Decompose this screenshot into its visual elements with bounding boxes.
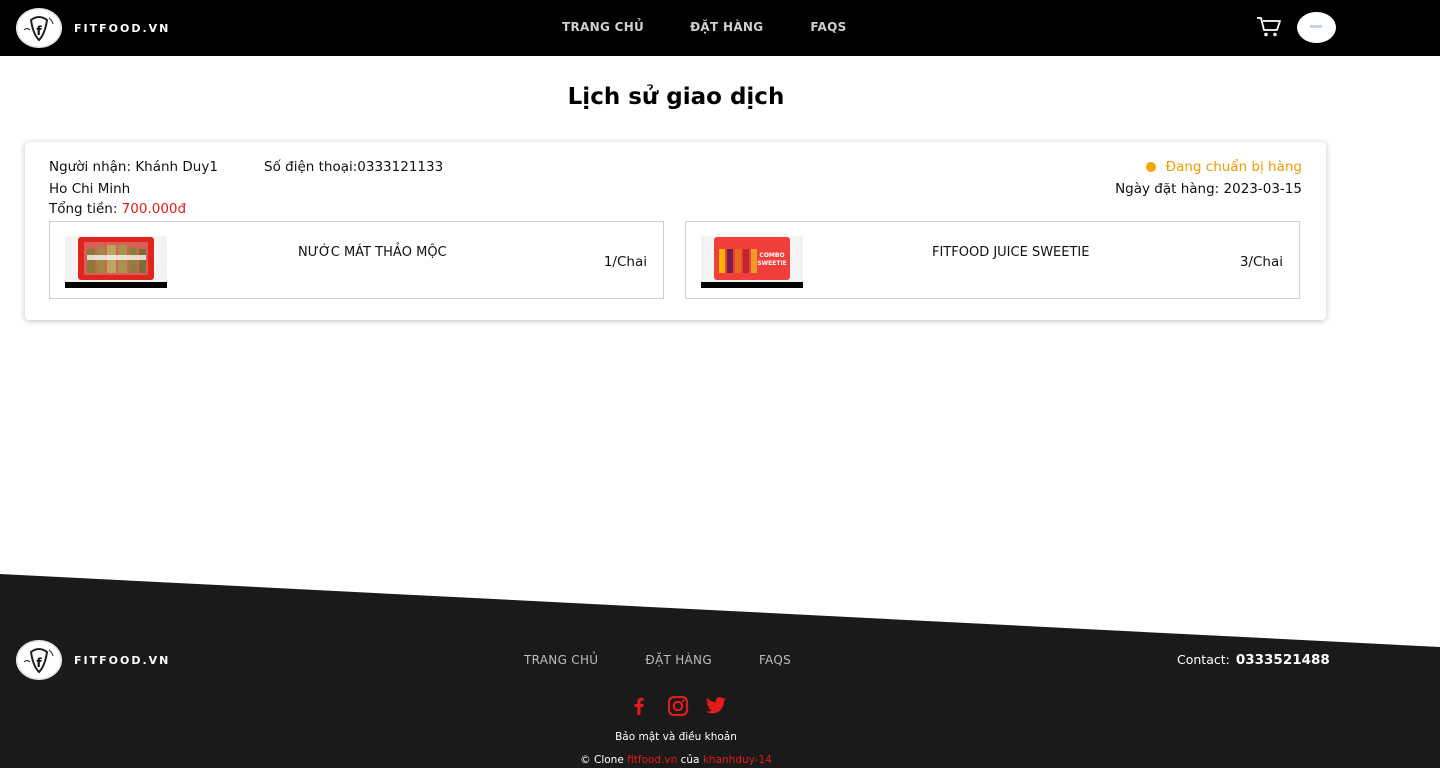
product-name: NƯỚC MÁT THẢO MỘC <box>298 245 447 260</box>
nav-trang-chu[interactable]: TRANG CHỦ <box>562 20 644 34</box>
total-line: Tổng tiền: 700.000đ <box>49 201 186 217</box>
copyright-mid: của <box>677 754 703 766</box>
facebook-icon[interactable] <box>629 696 649 716</box>
total-label: Tổng tiền: <box>49 201 122 217</box>
order-date-line: Ngày đặt hàng: 2023-03-15 <box>1115 181 1302 197</box>
order-item[interactable]: COMBO SWEETIE FITFOOD JUICE SWEETIE 3/Ch… <box>685 221 1300 299</box>
copyright-author-link[interactable]: khanhduy-14 <box>703 754 772 766</box>
order-date-label: Ngày đặt hàng: <box>1115 181 1224 197</box>
product-image-bg: COMBO SWEETIE <box>714 237 790 280</box>
footer-nav-trang-chu[interactable]: TRANG CHỦ <box>524 653 598 667</box>
footer-contact: Contact: 0333521488 <box>1177 652 1330 668</box>
page-title: Lịch sử giao dịch <box>567 84 785 110</box>
total-amount: 700.000đ <box>121 201 187 217</box>
recipient-label: Người nhận: <box>49 159 136 175</box>
brand-name: FITFOOD.VN <box>74 21 171 35</box>
svg-text:SWEETIE: SWEETIE <box>757 260 787 267</box>
nav-dat-hang[interactable]: ĐẶT HÀNG <box>690 20 763 34</box>
avatar[interactable] <box>1297 12 1336 43</box>
top-navbar: f FITFOOD.VN TRANG CHỦ ĐẶT HÀNG FAQS <box>0 0 1440 56</box>
order-date: 2023-03-15 <box>1223 181 1302 197</box>
product-image <box>65 236 167 288</box>
svg-text:COMBO: COMBO <box>759 252 784 259</box>
main-nav: TRANG CHỦ ĐẶT HÀNG FAQS <box>562 20 847 34</box>
order-card: Người nhận: Khánh Duy1 Số điện thoại:033… <box>25 142 1326 320</box>
address: Ho Chi Minh <box>49 181 131 197</box>
recipient-line: Người nhận: Khánh Duy1 <box>49 159 218 175</box>
twitter-icon[interactable] <box>705 696 727 716</box>
product-qty: 3/Chai <box>1239 254 1283 270</box>
recipient-name: Khánh Duy1 <box>135 159 218 175</box>
contact-phone[interactable]: 0333521488 <box>1236 652 1330 668</box>
fitfood-logo-icon: f <box>16 8 62 48</box>
copyright: © Clone fitfood.vn của khanhduy-14 <box>0 754 1352 766</box>
phone-line: Số điện thoại:0333121133 <box>264 159 443 175</box>
copyright-site-link[interactable]: fitfood.vn <box>627 754 677 766</box>
footer-nav-dat-hang[interactable]: ĐẶT HÀNG <box>645 653 712 667</box>
status-dot-icon <box>1145 162 1156 172</box>
instagram-icon[interactable] <box>667 695 689 717</box>
fitfood-logo-icon: f <box>16 640 62 680</box>
header-logo[interactable]: f FITFOOD.VN <box>16 8 170 48</box>
footer-nav: TRANG CHỦ ĐẶT HÀNG FAQS <box>524 653 791 667</box>
footer-brand-name: FITFOOD.VN <box>74 653 171 667</box>
phone-label: Số điện thoại: <box>264 159 358 175</box>
product-image-bar <box>701 282 803 288</box>
status-badge: Đang chuẩn bị hàng <box>1145 159 1302 175</box>
product-image-bar <box>65 282 167 288</box>
order-item[interactable]: NƯỚC MÁT THẢO MỘC 1/Chai <box>49 221 664 299</box>
product-name: FITFOOD JUICE SWEETIE <box>932 245 1090 260</box>
copyright-prefix: © Clone <box>580 754 628 766</box>
phone-number: 0333121133 <box>357 159 444 175</box>
svg-text:f: f <box>36 656 42 670</box>
privacy-terms-link[interactable]: Bảo mật và điều khoản <box>0 731 1352 743</box>
nav-faqs[interactable]: FAQS <box>810 20 846 34</box>
product-qty: 1/Chai <box>603 254 647 270</box>
social-links <box>629 695 743 717</box>
product-image-bg <box>78 237 154 280</box>
product-image: COMBO SWEETIE <box>701 236 803 288</box>
cart-icon[interactable] <box>1256 16 1282 38</box>
footer-logo[interactable]: f FITFOOD.VN <box>16 640 170 680</box>
footer-nav-faqs[interactable]: FAQS <box>759 653 791 667</box>
svg-text:f: f <box>36 24 42 38</box>
contact-label: Contact: <box>1177 652 1230 667</box>
status-text: Đang chuẩn bị hàng <box>1165 159 1302 175</box>
